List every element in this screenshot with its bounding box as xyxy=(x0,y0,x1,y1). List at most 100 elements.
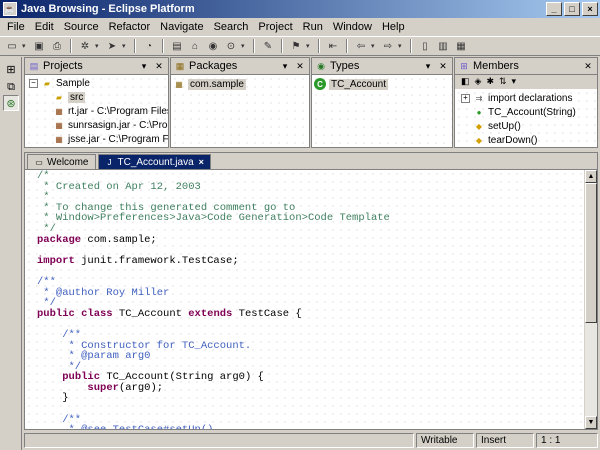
expand-icon[interactable]: + xyxy=(461,93,470,103)
menu-navigate[interactable]: Navigate xyxy=(155,21,208,33)
title-bar: ☕ Java Browsing - Eclipse Platform _ □ × xyxy=(0,0,600,18)
tree-item-rt-jar[interactable]: ▦ rt.jar - C:\Program Files xyxy=(25,104,168,118)
toggle-comment-icon[interactable]: ▥ xyxy=(435,39,451,54)
forward-icon[interactable]: ⇨ xyxy=(380,39,396,54)
view-menu-icon[interactable]: ▾ xyxy=(138,61,150,72)
last-edit-icon[interactable]: ⇤ xyxy=(325,39,341,54)
new-package-icon[interactable]: ⌂ xyxy=(187,39,203,54)
menu-source[interactable]: Source xyxy=(59,21,104,33)
debug-icon[interactable]: ✲ xyxy=(77,39,93,54)
menu-help[interactable]: Help xyxy=(377,21,410,33)
types-view: ◉ Types ▾ ✕ C TC_Account xyxy=(311,57,453,148)
java-browsing-perspective-icon[interactable]: ⊛ xyxy=(3,95,19,111)
search-dropdown-icon[interactable]: ▾ xyxy=(306,42,313,50)
menu-run[interactable]: Run xyxy=(298,21,328,33)
resource-perspective-icon[interactable]: ⧉ xyxy=(3,79,19,95)
hide-static-icon[interactable]: ◈ xyxy=(475,76,482,87)
tree-item-jsse-jar[interactable]: ▦ jsse.jar - C:\Program Fi xyxy=(25,132,168,146)
menu-window[interactable]: Window xyxy=(328,21,377,33)
search-icon[interactable]: ⚑ xyxy=(288,39,304,54)
editor-tabs: ▭ Welcome J TC_Account.java × xyxy=(25,153,597,170)
save-icon[interactable]: ▣ xyxy=(31,39,47,54)
toolbar-separator xyxy=(281,39,283,53)
toolbar-separator xyxy=(70,39,72,53)
protected-method-icon: ◆ xyxy=(475,135,483,145)
tree-item-sample[interactable]: − ▰ Sample xyxy=(25,76,168,90)
open-resource-icon[interactable]: ✎ xyxy=(260,39,276,54)
maximize-button[interactable]: □ xyxy=(564,2,580,16)
toolbar-separator xyxy=(253,39,255,53)
run-icon[interactable]: ➤ xyxy=(104,39,120,54)
tree-item-setup[interactable]: ◆ setUp() xyxy=(455,119,597,133)
new-class-icon[interactable]: ◉ xyxy=(205,39,221,54)
projects-view-close-icon[interactable]: ✕ xyxy=(153,61,165,72)
tree-item-src[interactable]: ▰ src xyxy=(25,90,168,104)
constructor-icon: ● xyxy=(476,107,482,117)
list-item-tc-account[interactable]: C TC_Account xyxy=(314,77,452,91)
toolbar-separator xyxy=(162,39,164,53)
close-button[interactable]: × xyxy=(582,2,598,16)
scroll-up-icon[interactable]: ▲ xyxy=(585,170,597,183)
toggle-mark-icon[interactable]: ▦ xyxy=(453,39,469,54)
menu-file[interactable]: File xyxy=(2,21,30,33)
new-project-icon[interactable]: ▤ xyxy=(169,39,185,54)
tree-item-import-declarations[interactable]: + ⇉ import declarations xyxy=(455,91,597,105)
members-view-title: Members xyxy=(473,60,519,72)
project-folder-icon: ▰ xyxy=(43,78,51,88)
tab-welcome[interactable]: ▭ Welcome xyxy=(27,154,96,169)
jar-icon: ▦ xyxy=(55,134,63,144)
packages-view-close-icon[interactable]: ✕ xyxy=(294,61,306,72)
projects-view: ▤ Projects ▾ ✕ − ▰ Sample ▰ src ▦ rt.jar… xyxy=(24,57,169,148)
members-view-close-icon[interactable]: ✕ xyxy=(582,61,594,72)
hide-nonpublic-icon[interactable]: ✱ xyxy=(486,76,494,87)
new-dropdown-icon[interactable]: ▾ xyxy=(22,42,29,50)
members-toolbar: ◧ ◈ ✱ ⇅ ▾ xyxy=(455,75,597,89)
collapse-icon[interactable]: − xyxy=(29,78,38,88)
import-icon: ⇉ xyxy=(475,93,483,103)
tree-item-constructor[interactable]: ● TC_Account(String) xyxy=(455,105,597,119)
show-source-icon[interactable]: ▯ xyxy=(417,39,433,54)
menu-search[interactable]: Search xyxy=(209,21,254,33)
new-dropdown-icon[interactable]: ▾ xyxy=(241,42,248,50)
view-menu-icon[interactable]: ▾ xyxy=(422,61,434,72)
debug-dropdown-icon[interactable]: ▾ xyxy=(95,42,102,50)
status-cursor-position: 1 : 1 xyxy=(536,433,598,448)
code-area[interactable]: /* * Created on Apr 12, 2003 * * To chan… xyxy=(25,170,585,429)
open-perspective-icon[interactable]: ⊞ xyxy=(3,61,19,77)
tab-close-icon[interactable]: × xyxy=(199,157,204,167)
status-message xyxy=(24,433,414,448)
new-interface-icon[interactable]: ⊙ xyxy=(223,39,239,54)
minimize-button[interactable]: _ xyxy=(546,2,562,16)
print-icon[interactable]: ⎙ xyxy=(49,39,65,54)
toolbar-separator xyxy=(346,39,348,53)
menu-edit[interactable]: Edit xyxy=(30,21,59,33)
packages-view-title: Packages xyxy=(189,60,238,72)
menu-project[interactable]: Project xyxy=(253,21,297,33)
editor-scrollbar[interactable]: ▲ ▼ xyxy=(584,170,597,429)
view-menu-icon[interactable]: ▾ xyxy=(512,76,517,87)
welcome-icon: ▭ xyxy=(35,157,43,167)
tree-item-sunrsasign-jar[interactable]: ▦ sunrsasign.jar - C:\Prog xyxy=(25,118,168,132)
open-type-icon[interactable]: ◔ xyxy=(141,39,157,54)
sort-icon[interactable]: ⇅ xyxy=(499,76,507,87)
members-view-header: ⊞ Members ✕ xyxy=(455,58,597,75)
view-menu-icon[interactable]: ▾ xyxy=(279,61,291,72)
back-icon[interactable]: ⇦ xyxy=(353,39,369,54)
types-view-close-icon[interactable]: ✕ xyxy=(437,61,449,72)
forward-dropdown-icon[interactable]: ▾ xyxy=(398,42,405,50)
scroll-down-icon[interactable]: ▼ xyxy=(585,416,597,429)
toolbar-separator xyxy=(410,39,412,53)
members-view: ⊞ Members ✕ ◧ ◈ ✱ ⇅ ▾ + ⇉ import declara… xyxy=(454,57,598,148)
projects-icon: ▤ xyxy=(29,60,39,71)
run-dropdown-icon[interactable]: ▾ xyxy=(122,42,129,50)
protected-method-icon: ◆ xyxy=(475,121,483,131)
tab-tc-account-java[interactable]: J TC_Account.java × xyxy=(97,154,211,169)
tree-item-teardown[interactable]: ◆ tearDown() xyxy=(455,133,597,147)
hide-fields-icon[interactable]: ◧ xyxy=(461,76,470,87)
back-dropdown-icon[interactable]: ▾ xyxy=(371,42,378,50)
scrollbar-thumb[interactable] xyxy=(585,183,597,323)
projects-view-header: ▤ Projects ▾ ✕ xyxy=(25,58,168,75)
menu-refactor[interactable]: Refactor xyxy=(104,21,156,33)
new-icon[interactable]: ▭ xyxy=(4,39,20,54)
list-item-com-sample[interactable]: ▦ com.sample xyxy=(173,77,309,91)
